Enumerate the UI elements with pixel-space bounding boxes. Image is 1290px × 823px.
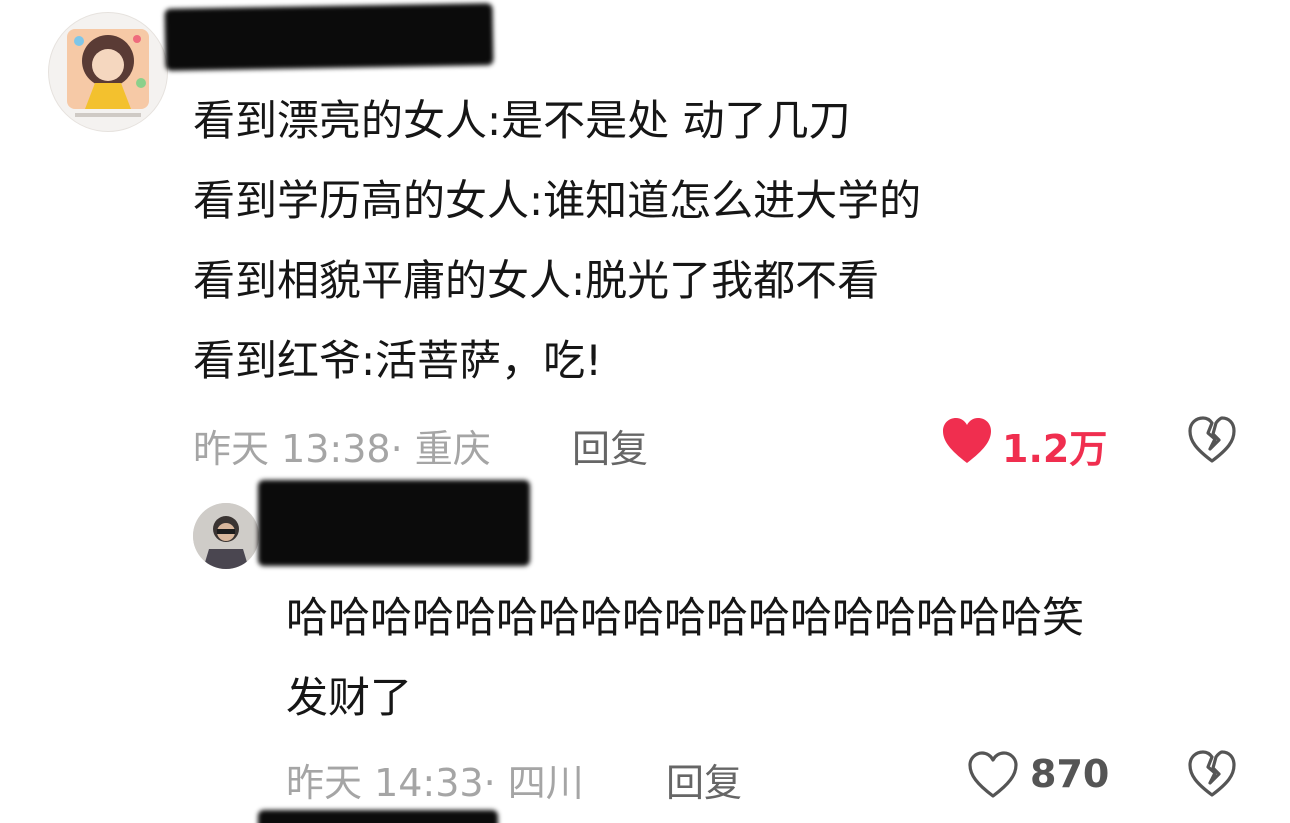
like-count: 870 <box>1030 752 1110 796</box>
heart-filled-icon[interactable] <box>940 416 994 466</box>
like-count: 1.2万 <box>1002 427 1108 471</box>
comment-text: 看到漂亮的女人:是不是处 动了几刀 看到学历高的女人:谁知道怎么进大学的 看到相… <box>193 81 921 401</box>
redacted-username <box>258 480 530 566</box>
broken-heart-icon[interactable] <box>1186 748 1238 800</box>
broken-heart-icon[interactable] <box>1186 414 1238 466</box>
redacted-username <box>164 3 494 71</box>
comment-line: 看到相貌平庸的女人:脱光了我都不看 <box>193 256 880 305</box>
comment-timestamp-location: 昨天 14:33· 四川 <box>286 761 584 805</box>
comment-feed: 看到漂亮的女人:是不是处 动了几刀 看到学历高的女人:谁知道怎么进大学的 看到相… <box>0 0 1290 823</box>
comment-text: 哈哈哈哈哈哈哈哈哈哈哈哈哈哈哈哈哈哈笑 发财了 <box>286 578 1084 738</box>
reply-button[interactable]: 回复 <box>666 752 742 807</box>
avatar[interactable] <box>48 12 168 132</box>
redacted-username <box>258 810 498 823</box>
comment-line: 哈哈哈哈哈哈哈哈哈哈哈哈哈哈哈哈哈哈笑 <box>286 593 1085 642</box>
comment-timestamp-location: 昨天 13:38· 重庆 <box>193 427 491 471</box>
comment-line: 看到学历高的女人:谁知道怎么进大学的 <box>193 176 922 225</box>
comment-line: 看到红爷:活菩萨，吃! <box>193 336 602 385</box>
reply-button[interactable]: 回复 <box>572 418 648 473</box>
heart-outline-icon[interactable] <box>966 750 1020 800</box>
comment-line: 看到漂亮的女人:是不是处 动了几刀 <box>193 96 851 145</box>
avatar[interactable] <box>193 503 259 569</box>
comment-line: 发财了 <box>286 673 413 722</box>
